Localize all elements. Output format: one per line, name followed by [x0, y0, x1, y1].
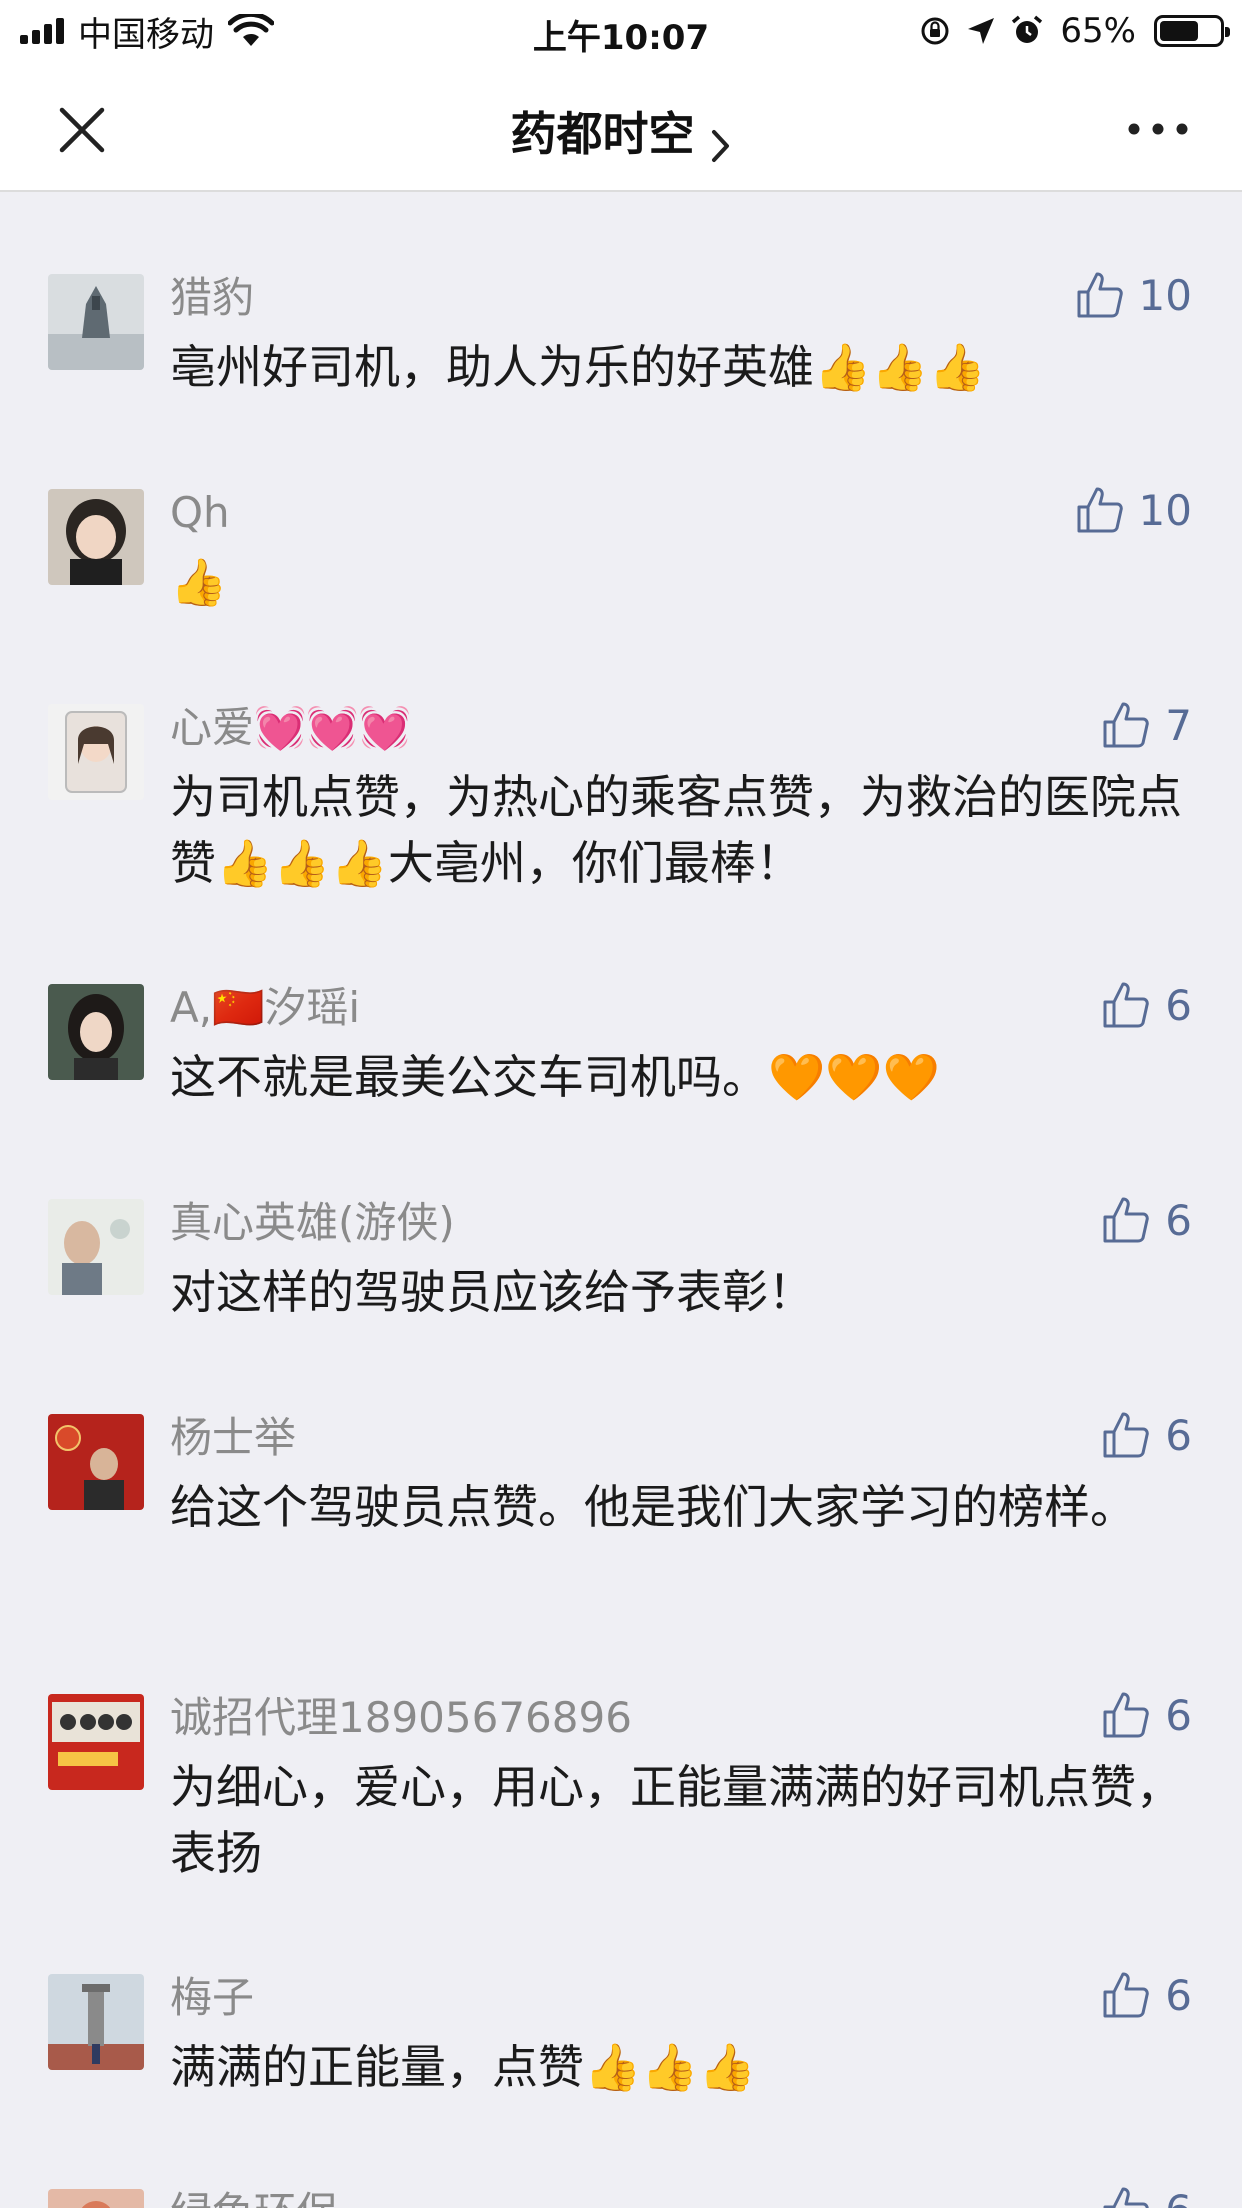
avatar[interactable]	[48, 704, 144, 800]
thumbs-up-icon	[1077, 487, 1123, 533]
comment-text: 给这个驾驶员点赞。他是我们大家学习的榜样。	[170, 1480, 1136, 1534]
comment-author[interactable]: 杨士举	[170, 1402, 1192, 1474]
thumbs-up-icon	[1103, 2187, 1149, 2208]
comment-author[interactable]: 心爱💓💓💓	[170, 692, 1192, 764]
comment-author[interactable]: Qh	[170, 477, 1192, 549]
nav-bar: 药都时空	[0, 62, 1242, 192]
thumbs-up-icon	[1103, 1197, 1150, 1243]
thumbs-up-icon	[1077, 272, 1123, 318]
like-button[interactable]: 6	[1101, 980, 1192, 1030]
comment-text: 亳州好司机，助人为乐的好英雄👍👍👍	[170, 340, 986, 394]
like-button[interactable]: 6	[1101, 2185, 1192, 2208]
alarm-icon	[1012, 15, 1043, 43]
like-count: 6	[1165, 1970, 1192, 2020]
like-count: 6	[1165, 2186, 1192, 2208]
like-count: 10	[1138, 270, 1192, 320]
avatar[interactable]	[48, 2189, 144, 2208]
status-right: 65%	[918, 10, 1230, 52]
like-button[interactable]: 6	[1101, 1195, 1192, 1245]
like-button[interactable]: 10	[1075, 485, 1192, 535]
avatar[interactable]	[48, 1974, 144, 2070]
thumbs-up-icon	[1103, 1692, 1150, 1738]
avatar[interactable]	[48, 1694, 144, 1790]
thumbs-up-icon	[1103, 1412, 1150, 1458]
avatar[interactable]	[48, 1199, 144, 1295]
page-title: 药都时空	[510, 107, 695, 161]
comment-text: 为司机点赞，为热心的乘客点赞，为救治的医院点赞👍👍👍大亳州，你们最棒！	[170, 770, 1182, 890]
like-count: 6	[1165, 1410, 1192, 1460]
comment-author[interactable]: 诚招代理18905676896	[170, 1682, 1192, 1754]
like-button[interactable]: 6	[1101, 1970, 1192, 2020]
nav-title-button[interactable]: 药都时空	[0, 98, 1242, 164]
avatar[interactable]	[48, 274, 144, 370]
like-button[interactable]: 10	[1075, 270, 1192, 320]
avatar[interactable]	[48, 489, 144, 585]
comment-text: 为细心，爱心，用心，正能量满满的好司机点赞，表扬	[170, 1760, 1182, 1880]
avatar[interactable]	[48, 984, 144, 1080]
comment-author[interactable]: 梅子	[170, 1962, 1192, 2034]
comment-author[interactable]: 真心英雄(游侠)	[170, 1187, 1192, 1259]
status-bar: 中国移动 上午10:07 65%	[0, 0, 1242, 62]
like-count: 6	[1165, 1195, 1192, 1245]
like-button[interactable]: 6	[1101, 1690, 1192, 1740]
comment-text: 👍	[170, 555, 228, 609]
orientation-lock-icon	[921, 17, 949, 45]
comment-text: 满满的正能量，点赞👍👍👍	[170, 2040, 756, 2094]
like-button[interactable]: 7	[1101, 700, 1192, 750]
like-count: 6	[1165, 980, 1192, 1030]
like-count: 7	[1165, 700, 1192, 750]
comment-author[interactable]: A,🇨🇳汐瑶i	[170, 972, 1192, 1044]
like-count: 6	[1165, 1690, 1192, 1740]
more-icon[interactable]	[1126, 114, 1190, 144]
location-icon	[968, 18, 995, 44]
comment-author[interactable]: 绿色环保	[170, 2177, 1192, 2208]
battery-icon	[1154, 15, 1230, 47]
comment-text: 对这样的驾驶员应该给予表彰！	[170, 1265, 814, 1319]
avatar[interactable]	[48, 1414, 144, 1510]
battery-percent: 65%	[1060, 11, 1136, 51]
like-count: 10	[1138, 485, 1192, 535]
thumbs-up-icon	[1103, 702, 1150, 748]
chevron-right-icon	[711, 129, 729, 162]
thumbs-up-icon	[1103, 1972, 1150, 2018]
comment-author[interactable]: 猎豹	[170, 262, 1192, 334]
comment-text: 这不就是最美公交车司机吗。🧡🧡🧡	[170, 1050, 940, 1104]
thumbs-up-icon	[1103, 982, 1150, 1028]
like-button[interactable]: 6	[1101, 1410, 1192, 1460]
